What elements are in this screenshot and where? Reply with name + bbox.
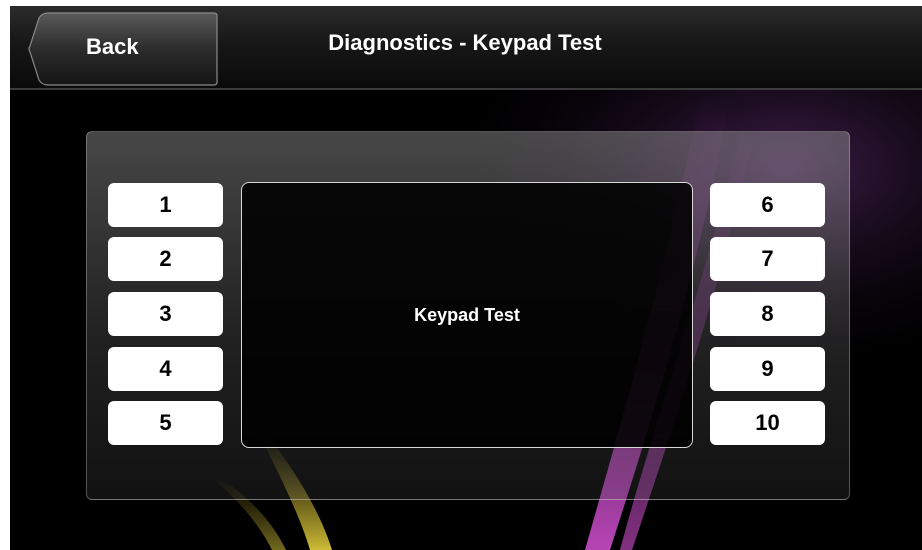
back-button[interactable]: Back (28, 12, 218, 86)
key-9[interactable]: 9 (710, 347, 825, 391)
page-title: Diagnostics - Keypad Test (328, 30, 602, 55)
key-2[interactable]: 2 (108, 237, 223, 281)
back-button-label: Back (86, 34, 139, 59)
key-1[interactable]: 1 (108, 183, 223, 227)
key-5[interactable]: 5 (108, 401, 223, 445)
key-7[interactable]: 7 (710, 237, 825, 281)
keypad-test-display: Keypad Test (241, 182, 693, 448)
key-8[interactable]: 8 (710, 292, 825, 336)
key-6[interactable]: 6 (710, 183, 825, 227)
screen: Back Diagnostics - Keypad Test 1 2 3 4 5… (10, 6, 922, 550)
key-10[interactable]: 10 (710, 401, 825, 445)
keypad-test-label: Keypad Test (414, 304, 520, 325)
key-4[interactable]: 4 (108, 347, 223, 391)
key-3[interactable]: 3 (108, 292, 223, 336)
title-bar: Back Diagnostics - Keypad Test (10, 6, 922, 90)
